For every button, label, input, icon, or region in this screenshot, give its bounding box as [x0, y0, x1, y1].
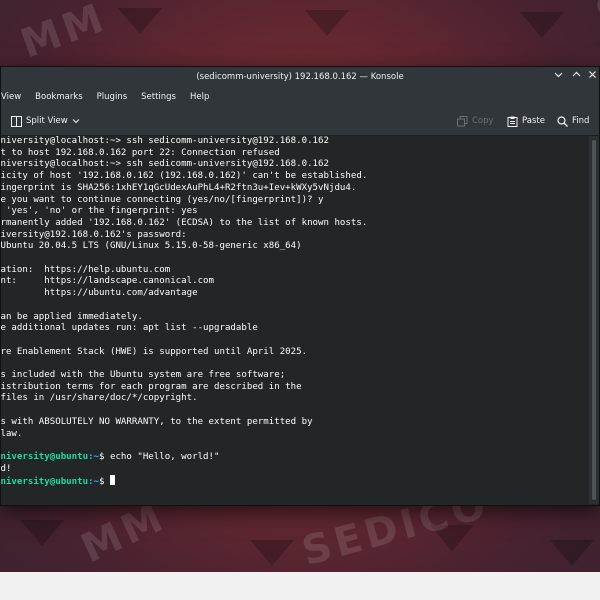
terminal-view[interactable]: university@localhost:~> ssh sedicomm-uni…	[1, 136, 589, 504]
terminal-line: ent: https://landscape.canonical.com	[1, 276, 214, 287]
menu-help[interactable]: Help	[183, 87, 216, 107]
terminal-scrollbar[interactable]	[589, 136, 599, 504]
chevron-down-icon	[72, 117, 80, 125]
menu-plugins[interactable]: Plugins	[90, 87, 134, 107]
terminal-line: can be applied immediately.	[1, 311, 143, 322]
wallpaper-chevron	[305, 10, 349, 36]
split-view-icon	[11, 115, 22, 127]
terminal-line: are Enablement Stack (HWE) is supported …	[1, 346, 308, 357]
menu-bookmarks[interactable]: Bookmarks	[28, 87, 90, 107]
terminal-line: fingerprint is SHA256:1xhEY1qGcUdexAuPhL…	[1, 182, 357, 193]
text-cursor	[109, 475, 115, 486]
wallpaper-chevron	[118, 8, 162, 34]
copy-icon	[457, 115, 468, 127]
menu-view[interactable]: View	[1, 87, 28, 107]
window-titlebar[interactable]: (sedicomm-university) 192.168.0.162 — Ko…	[1, 67, 599, 87]
prompt-line: university@ubuntu:~$ echo "Hello, world!…	[1, 452, 583, 464]
terminal-line: university@localhost:~> ssh sedicomm-uni…	[1, 136, 329, 146]
terminal-line: distribution terms for each program are …	[1, 381, 302, 392]
terminal-line: : https://ubuntu.com/advantage	[1, 288, 198, 299]
copy-label: Copy	[472, 116, 494, 126]
menubar: View Bookmarks Plugins Settings Help	[1, 87, 599, 107]
prompt-userhost: university@ubuntu	[1, 477, 89, 488]
command-output: ld!	[1, 463, 12, 474]
terminal-line: Ubuntu 20.04.5 LTS (GNU/Linux 5.15.0-58-…	[1, 241, 302, 252]
paste-icon	[507, 116, 518, 127]
terminal-line: ms included with the Ubuntu system are f…	[1, 370, 286, 381]
terminal-line: ct to host 192.168.0.162 port 22: Connec…	[1, 147, 280, 158]
terminal-line: niversity@192.168.0.162's password:	[1, 229, 187, 240]
terminal-line: law.	[1, 428, 23, 439]
find-button[interactable]: Find	[557, 107, 589, 135]
page-bottom-strip	[0, 572, 600, 600]
prompt-path: :~	[88, 451, 100, 462]
terminal-line: es with ABSOLUTELY NO WARRANTY, to the e…	[1, 416, 313, 427]
prompt-path: :~	[88, 477, 100, 488]
terminal-line: university@localhost:~> ssh sedicomm-uni…	[1, 159, 329, 170]
find-label: Find	[572, 116, 590, 126]
prompt-userhost: university@ubuntu	[1, 451, 89, 462]
menu-settings[interactable]: Settings	[134, 87, 183, 107]
wallpaper-chevron	[550, 540, 594, 566]
split-view-label: Split View	[26, 116, 68, 126]
terminal-line: e 'yes', 'no' or the fingerprint: yes	[1, 206, 198, 217]
wallpaper-watermark: MM	[14, 0, 113, 68]
paste-label: Paste	[522, 116, 545, 126]
window-title: (sedicomm-university) 192.168.0.162 — Ko…	[196, 72, 404, 82]
prompt-command: $	[99, 477, 110, 488]
terminal-line: ticity of host '192.168.0.162 (192.168.0…	[1, 171, 368, 182]
terminal-line: tation: https://help.ubuntu.com	[1, 264, 171, 275]
split-view-button[interactable]: Split View	[11, 107, 80, 135]
prompt-line[interactable]: university@ubuntu:~$	[1, 475, 583, 489]
wallpaper-chevron	[20, 520, 64, 546]
minimize-icon[interactable]	[549, 67, 567, 87]
prompt-command: $ echo "Hello, world!"	[99, 451, 220, 462]
konsole-window: (sedicomm-university) 192.168.0.162 — Ko…	[0, 66, 600, 506]
paste-button[interactable]: Paste	[507, 107, 545, 135]
terminal-line: se additional updates run: apt list --up…	[1, 323, 258, 334]
wallpaper-chevron	[520, 12, 564, 38]
scrollbar-thumb[interactable]	[592, 140, 596, 500]
close-icon[interactable]	[583, 67, 600, 87]
search-icon	[557, 115, 568, 127]
terminal-line: files in /usr/share/doc/*/copyright.	[1, 393, 198, 404]
terminal-line: ermanently added '192.168.0.162' (ECDSA)…	[1, 217, 368, 228]
wallpaper-chevron	[250, 540, 294, 566]
copy-button[interactable]: Copy	[457, 107, 494, 135]
toolbar: Split View Copy Paste Find	[1, 107, 599, 136]
terminal-line: re you want to continue connecting (yes/…	[1, 194, 324, 205]
